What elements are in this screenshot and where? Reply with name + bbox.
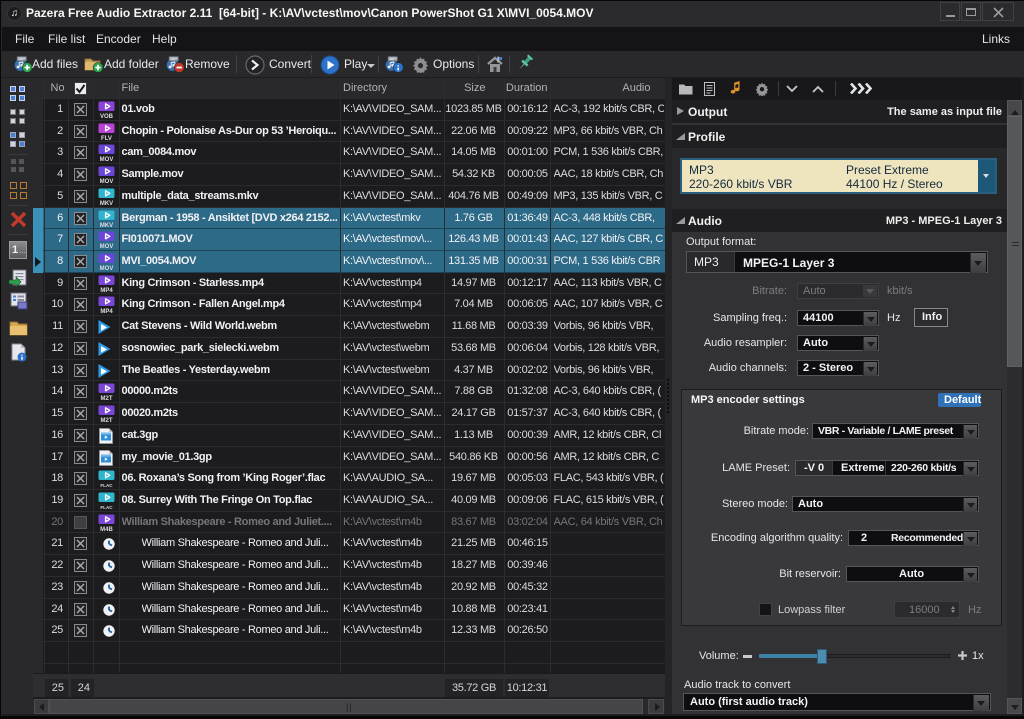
svg-text:MOV: MOV: [100, 157, 114, 161]
svg-text:M4B: M4B: [100, 526, 113, 530]
svg-text:MOV: MOV: [100, 179, 114, 183]
svg-text:M2T: M2T: [101, 396, 113, 400]
svg-text:FLAC: FLAC: [100, 505, 113, 509]
svg-text:MOV: MOV: [100, 266, 114, 270]
svg-text:MOV: MOV: [100, 244, 114, 248]
svg-text:MP4: MP4: [100, 309, 113, 313]
svg-text:VOB: VOB: [100, 114, 114, 118]
svg-text:MKV: MKV: [100, 201, 113, 205]
svg-text:MKV: MKV: [100, 222, 113, 226]
svg-text:M2T: M2T: [101, 418, 113, 422]
svg-text:FLV: FLV: [101, 136, 112, 140]
svg-text:FLAC: FLAC: [100, 483, 113, 487]
svg-text:MP4: MP4: [100, 288, 113, 292]
